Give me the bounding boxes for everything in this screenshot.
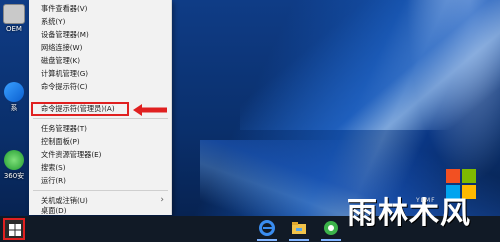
start-button[interactable] [3,218,25,240]
menu-item-command-prompt[interactable]: 命令提示符(C) [29,80,172,93]
desktop-icon-label: OEM [6,25,22,33]
red-arrow-icon [133,104,167,116]
menu-item-label: 搜索(S) [41,163,66,172]
menu-item-label: 设备管理器(M) [41,30,89,39]
desktop-icon-oem[interactable]: OEM [0,4,28,33]
menu-item-network-connections[interactable]: 网络连接(W) [29,41,172,54]
360-browser-icon[interactable] [323,220,339,236]
desktop-icon-360[interactable]: 360安 [0,150,28,181]
menu-item-disk-management[interactable]: 磁盘管理(K) [29,54,172,67]
menu-item-desktop[interactable]: 桌面(D) [29,207,172,215]
system-icon [4,82,24,102]
windows-color-logo-icon [446,169,476,199]
watermark-sub: YLMF [416,197,436,204]
desktop-icon-label: 360安 [3,172,25,180]
menu-item-system[interactable]: 系统(Y) [29,15,172,28]
taskbar-active-indicator [321,239,341,241]
menu-separator [33,190,168,191]
chevron-right-icon: › [160,195,164,205]
menu-item-run[interactable]: 运行(R) [29,174,172,187]
menu-item-search[interactable]: 搜索(S) [29,161,172,174]
menu-separator [33,118,168,119]
taskbar-active-indicator [289,239,309,241]
menu-item-label: 系统(Y) [41,17,66,26]
menu-item-label: 计算机管理(G) [41,69,89,78]
menu-item-control-panel[interactable]: 控制面板(P) [29,135,172,148]
menu-item-task-manager[interactable]: 任务管理器(T) [29,122,172,135]
menu-item-label: 任务管理器(T) [41,124,87,133]
desktop-icon-label: 系 [10,104,18,112]
windows-logo-icon [9,224,21,236]
menu-item-device-manager[interactable]: 设备管理器(M) [29,28,172,41]
menu-item-label: 控制面板(P) [41,137,80,146]
menu-item-label: 桌面(D) [41,206,67,215]
taskbar-active-indicator [257,239,277,241]
360-security-icon [4,150,24,170]
menu-item-label: 运行(R) [41,176,66,185]
menu-item-label: 关机或注销(U) [41,196,88,205]
file-explorer-icon[interactable] [291,220,307,236]
menu-item-label: 命令提示符(C) [41,82,88,91]
menu-item-label: 文件资源管理器(E) [41,150,102,159]
highlight-box [31,102,129,116]
menu-item-label: 网络连接(W) [41,43,83,52]
menu-item-computer-management[interactable]: 计算机管理(G) [29,67,172,80]
edge-browser-icon[interactable] [259,220,275,236]
oem-icon [3,4,25,24]
menu-item-event-viewer[interactable]: 事件查看器(V) [29,2,172,15]
menu-item-label: 事件查看器(V) [41,4,88,13]
menu-item-file-explorer[interactable]: 文件资源管理器(E) [29,148,172,161]
wallpaper-light-beam [240,0,500,130]
desktop-icon-system[interactable]: 系 [0,82,28,113]
menu-item-label: 磁盘管理(K) [41,56,81,65]
